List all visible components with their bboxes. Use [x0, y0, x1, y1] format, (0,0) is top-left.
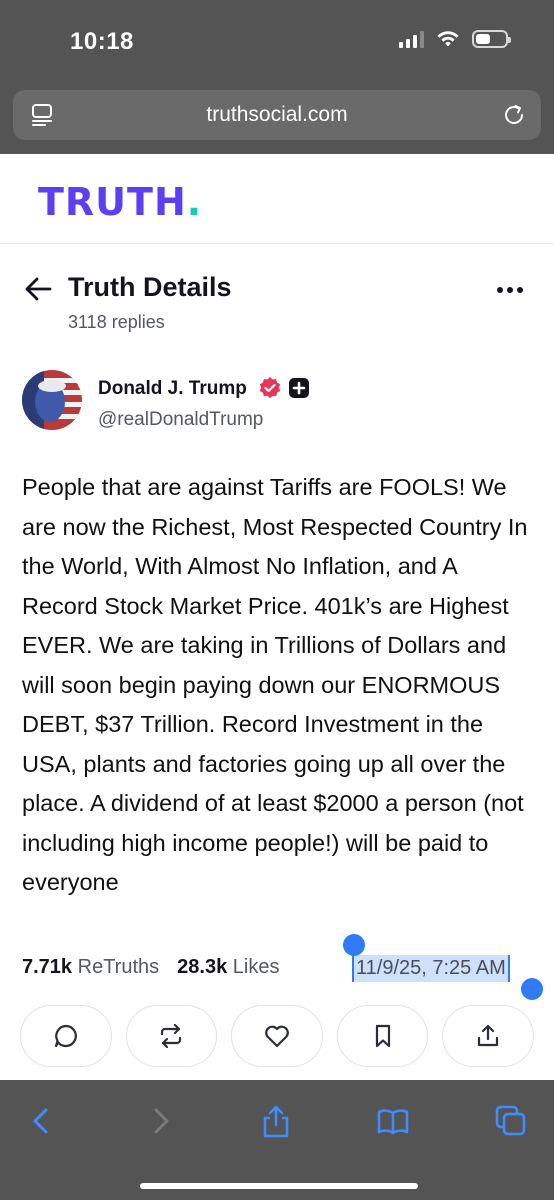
post-stats: 7.71k ReTruths 28.3k Likes [22, 956, 279, 979]
share-sheet-icon[interactable] [259, 1104, 293, 1138]
reload-icon[interactable] [501, 102, 527, 128]
bookmark-icon [375, 1024, 390, 1048]
status-icons [399, 30, 511, 48]
url-text[interactable]: truthsocial.com [13, 103, 541, 127]
battery-level [476, 34, 490, 44]
post-actions [20, 1005, 534, 1067]
author-name[interactable]: Donald J. Trump [98, 378, 247, 400]
cellular-signal-icon [399, 30, 424, 48]
truth-logo[interactable]: TRUTH. [38, 180, 202, 224]
reply-button[interactable] [20, 1005, 112, 1067]
share-button[interactable] [442, 1005, 534, 1067]
likes-label: Likes [232, 956, 280, 978]
author-handle[interactable]: @realDonaldTrump [98, 409, 263, 431]
browser-chrome-top: 10:18 truthsocial.com [0, 0, 554, 154]
back-icon[interactable] [24, 1104, 58, 1138]
browser-toolbar [0, 1080, 554, 1200]
likes-stat[interactable]: 28.3k Likes [177, 956, 279, 979]
replies-count: 3118 replies [68, 312, 165, 332]
bookmark-button[interactable] [336, 1005, 429, 1067]
more-options-icon[interactable] [496, 286, 524, 294]
back-arrow-icon[interactable] [24, 276, 52, 302]
share-icon [478, 1024, 499, 1047]
tabs-icon[interactable] [494, 1104, 528, 1138]
retruths-label: ReTruths [77, 956, 160, 978]
retruth-icon [161, 1023, 182, 1049]
verified-badge-icon [259, 377, 281, 399]
like-button[interactable] [231, 1005, 323, 1067]
likes-count: 28.3k [177, 956, 228, 978]
avatar[interactable] [22, 370, 82, 430]
post-timestamp[interactable]: 11/9/25, 7:25 AM [352, 955, 510, 982]
battery-icon [472, 30, 511, 48]
selection-handle-end[interactable] [521, 978, 543, 1000]
truth-plus-icon [289, 378, 309, 398]
header-divider [0, 243, 554, 244]
selection-handle-start[interactable] [343, 934, 365, 956]
post-body: People that are against Tariffs are FOOL… [22, 474, 528, 895]
retruths-stat[interactable]: 7.71k ReTruths [22, 956, 159, 979]
forward-icon[interactable] [144, 1104, 178, 1138]
brand-dot: . [186, 180, 203, 224]
bookmarks-icon[interactable] [376, 1104, 410, 1138]
home-indicator[interactable] [140, 1183, 418, 1189]
page-title: Truth Details [68, 272, 232, 302]
wifi-icon [437, 31, 459, 47]
status-time: 10:18 [70, 28, 134, 55]
like-icon [265, 1025, 289, 1048]
retruths-count: 7.71k [22, 956, 73, 978]
url-bar[interactable]: truthsocial.com [13, 90, 541, 140]
retruth-button[interactable] [125, 1005, 218, 1067]
page-content: TRUTH. Truth Details 3118 replies Donald… [0, 154, 554, 1080]
reply-icon [54, 1024, 77, 1048]
brand-text: TRUTH [38, 180, 187, 224]
